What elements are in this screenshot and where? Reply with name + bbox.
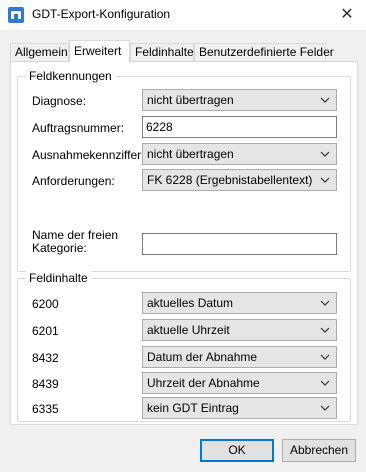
chevron-down-icon [320, 354, 330, 360]
diagnose-value: nicht übertragen [147, 93, 234, 107]
chevron-down-icon [320, 405, 330, 411]
chevron-down-icon [320, 380, 330, 386]
auftragsnummer-label: Auftragsnummer: [32, 121, 125, 135]
ausnahmekennziffer-value: nicht übertragen [147, 147, 234, 161]
feldinhalt-code-6335: 6335 [32, 402, 59, 416]
feldinhalt-value-8432: Datum der Abnahme [147, 350, 258, 364]
tab-erweitert[interactable]: Erweitert [69, 40, 130, 63]
ok-button[interactable]: OK [200, 439, 274, 462]
freie-kategorie-label-line1: Name der freien [32, 228, 119, 242]
feldinhalt-value-6200: aktuelles Datum [147, 296, 234, 310]
chevron-down-icon [320, 177, 330, 183]
feldinhalt-code-8432: 8432 [32, 351, 59, 365]
feldinhalt-select-6200[interactable]: aktuelles Datum [142, 292, 337, 314]
title-bar: GDT-Export-Konfiguration ✕ [0, 0, 366, 30]
app-window-icon [8, 7, 24, 23]
tab-panel-erweitert: Feldkennungen Diagnose: nicht übertragen… [10, 61, 358, 425]
chevron-down-icon [320, 151, 330, 157]
ausnahmekennziffer-label: Ausnahmekennziffer: [32, 148, 145, 162]
window-title: GDT-Export-Konfiguration [32, 7, 171, 21]
feldinhalt-select-8439[interactable]: Uhrzeit der Abnahme [142, 372, 337, 394]
tab-benutzerdefinierte-felder[interactable]: Benutzerdefinierte Felder [194, 43, 334, 62]
feldkennungen-group: Feldkennungen Diagnose: nicht übertragen… [17, 69, 351, 272]
chevron-down-icon [320, 327, 330, 333]
feldinhalt-select-8432[interactable]: Datum der Abnahme [142, 346, 337, 368]
anforderungen-value: FK 6228 (Ergebnistabellentext) [147, 173, 313, 187]
cancel-button[interactable]: Abbrechen [282, 439, 356, 462]
feldkennungen-title: Feldkennungen [26, 69, 115, 83]
freie-kategorie-label-line2: Kategorie: [32, 241, 87, 255]
ausnahmekennziffer-select[interactable]: nicht übertragen [142, 143, 337, 165]
feldinhalt-value-6201: aktuelle Uhrzeit [147, 323, 230, 337]
feldinhalte-group: Feldinhalte 6200 aktuelles Datum 6201 ak… [17, 271, 351, 422]
feldinhalt-code-8439: 8439 [32, 377, 59, 391]
feldinhalt-value-6335: kein GDT Eintrag [147, 401, 239, 415]
freie-kategorie-input[interactable] [142, 233, 337, 255]
tab-allgemein[interactable]: Allgemein [10, 43, 69, 62]
feldinhalt-value-8439: Uhrzeit der Abnahme [147, 376, 260, 390]
anforderungen-label: Anforderungen: [32, 174, 115, 188]
tab-feldinhalte[interactable]: Feldinhalte [130, 43, 194, 62]
diagnose-label: Diagnose: [32, 94, 87, 108]
feldinhalt-select-6201[interactable]: aktuelle Uhrzeit [142, 319, 337, 341]
feldinhalte-title: Feldinhalte [26, 271, 91, 285]
feldinhalt-code-6201: 6201 [32, 324, 59, 338]
anforderungen-select[interactable]: FK 6228 (Ergebnistabellentext) [142, 169, 337, 191]
close-icon[interactable]: ✕ [334, 2, 360, 26]
chevron-down-icon [320, 97, 330, 103]
auftragsnummer-input[interactable]: 6228 [142, 116, 337, 138]
feldinhalt-code-6200: 6200 [32, 297, 59, 311]
feldinhalt-select-6335[interactable]: kein GDT Eintrag [142, 397, 337, 419]
chevron-down-icon [320, 300, 330, 306]
diagnose-select[interactable]: nicht übertragen [142, 89, 337, 111]
